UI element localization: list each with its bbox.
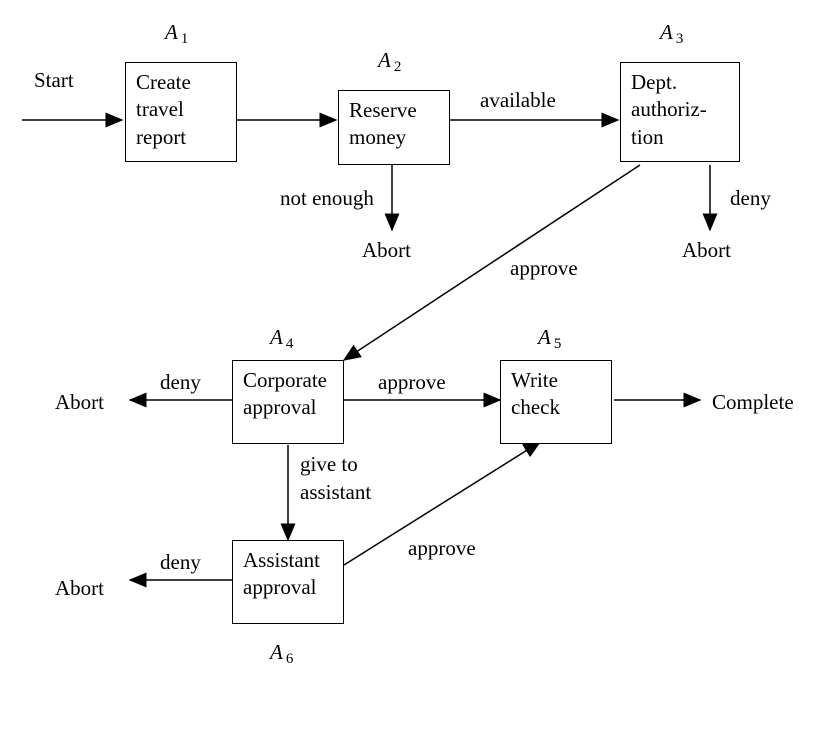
label-abort-4: Abort bbox=[55, 576, 104, 601]
node-a6-text: Assistant approval bbox=[243, 547, 333, 602]
node-a6: Assistant approval bbox=[232, 540, 344, 624]
node-a4-id: A4 bbox=[270, 325, 293, 350]
label-approve-2: approve bbox=[378, 370, 446, 395]
flow-diagram: A1 Create travel report A2 Reserve money… bbox=[0, 0, 840, 734]
node-a2: Reserve money bbox=[338, 90, 450, 165]
label-approve-1: approve bbox=[510, 256, 578, 281]
node-a4-text: Corporate approval bbox=[243, 367, 333, 422]
label-deny-3: deny bbox=[160, 550, 201, 575]
node-a3-text: Dept. authoriz- tion bbox=[631, 69, 729, 151]
node-a5: Write check bbox=[500, 360, 612, 444]
label-not-enough: not enough bbox=[280, 186, 374, 211]
node-a5-text: Write check bbox=[511, 367, 601, 422]
label-start: Start bbox=[34, 68, 74, 93]
node-a1-text: Create travel report bbox=[136, 69, 226, 151]
label-abort-1: Abort bbox=[362, 238, 411, 263]
node-a1-id: A1 bbox=[165, 20, 188, 45]
node-a2-id: A2 bbox=[378, 48, 401, 73]
node-a4: Corporate approval bbox=[232, 360, 344, 444]
label-deny-1: deny bbox=[730, 186, 771, 211]
label-abort-2: Abort bbox=[682, 238, 731, 263]
label-available: available bbox=[480, 88, 556, 113]
node-a5-id: A5 bbox=[538, 325, 561, 350]
label-approve-3: approve bbox=[408, 536, 476, 561]
node-a6-id: A6 bbox=[270, 640, 293, 665]
label-assistant: assistant bbox=[300, 480, 371, 505]
node-a3-id: A3 bbox=[660, 20, 683, 45]
label-give-to: give to bbox=[300, 452, 358, 477]
label-deny-2: deny bbox=[160, 370, 201, 395]
node-a1: Create travel report bbox=[125, 62, 237, 162]
node-a3: Dept. authoriz- tion bbox=[620, 62, 740, 162]
label-complete: Complete bbox=[712, 390, 794, 415]
node-a2-text: Reserve money bbox=[349, 97, 439, 152]
label-abort-3: Abort bbox=[55, 390, 104, 415]
